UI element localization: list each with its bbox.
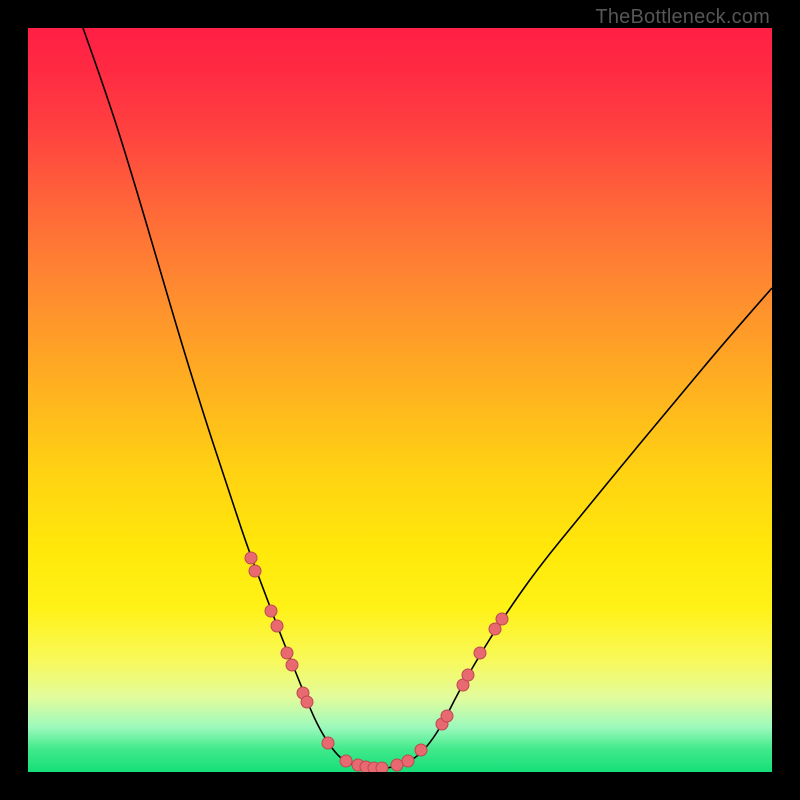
scatter-dot bbox=[474, 647, 486, 659]
scatter-dot bbox=[496, 613, 508, 625]
scatter-dot bbox=[281, 647, 293, 659]
scatter-dots bbox=[245, 552, 508, 772]
scatter-dot bbox=[271, 620, 283, 632]
chart-svg bbox=[28, 28, 772, 772]
curve-layer bbox=[83, 28, 772, 769]
watermark-text: TheBottleneck.com bbox=[595, 6, 770, 29]
scatter-dot bbox=[245, 552, 257, 564]
scatter-dot bbox=[322, 737, 334, 749]
scatter-dot bbox=[376, 762, 388, 772]
scatter-dot bbox=[402, 755, 414, 767]
scatter-dot bbox=[462, 669, 474, 681]
scatter-dot bbox=[301, 696, 313, 708]
left-curve bbox=[83, 28, 356, 766]
plot-area bbox=[28, 28, 772, 772]
scatter-dot bbox=[286, 659, 298, 671]
right-curve bbox=[396, 288, 772, 766]
scatter-dot bbox=[265, 605, 277, 617]
chart-frame: TheBottleneck.com bbox=[0, 0, 800, 800]
scatter-dot bbox=[415, 744, 427, 756]
scatter-dot bbox=[441, 710, 453, 722]
scatter-dot bbox=[391, 759, 403, 771]
scatter-dot bbox=[249, 565, 261, 577]
scatter-dot bbox=[340, 755, 352, 767]
